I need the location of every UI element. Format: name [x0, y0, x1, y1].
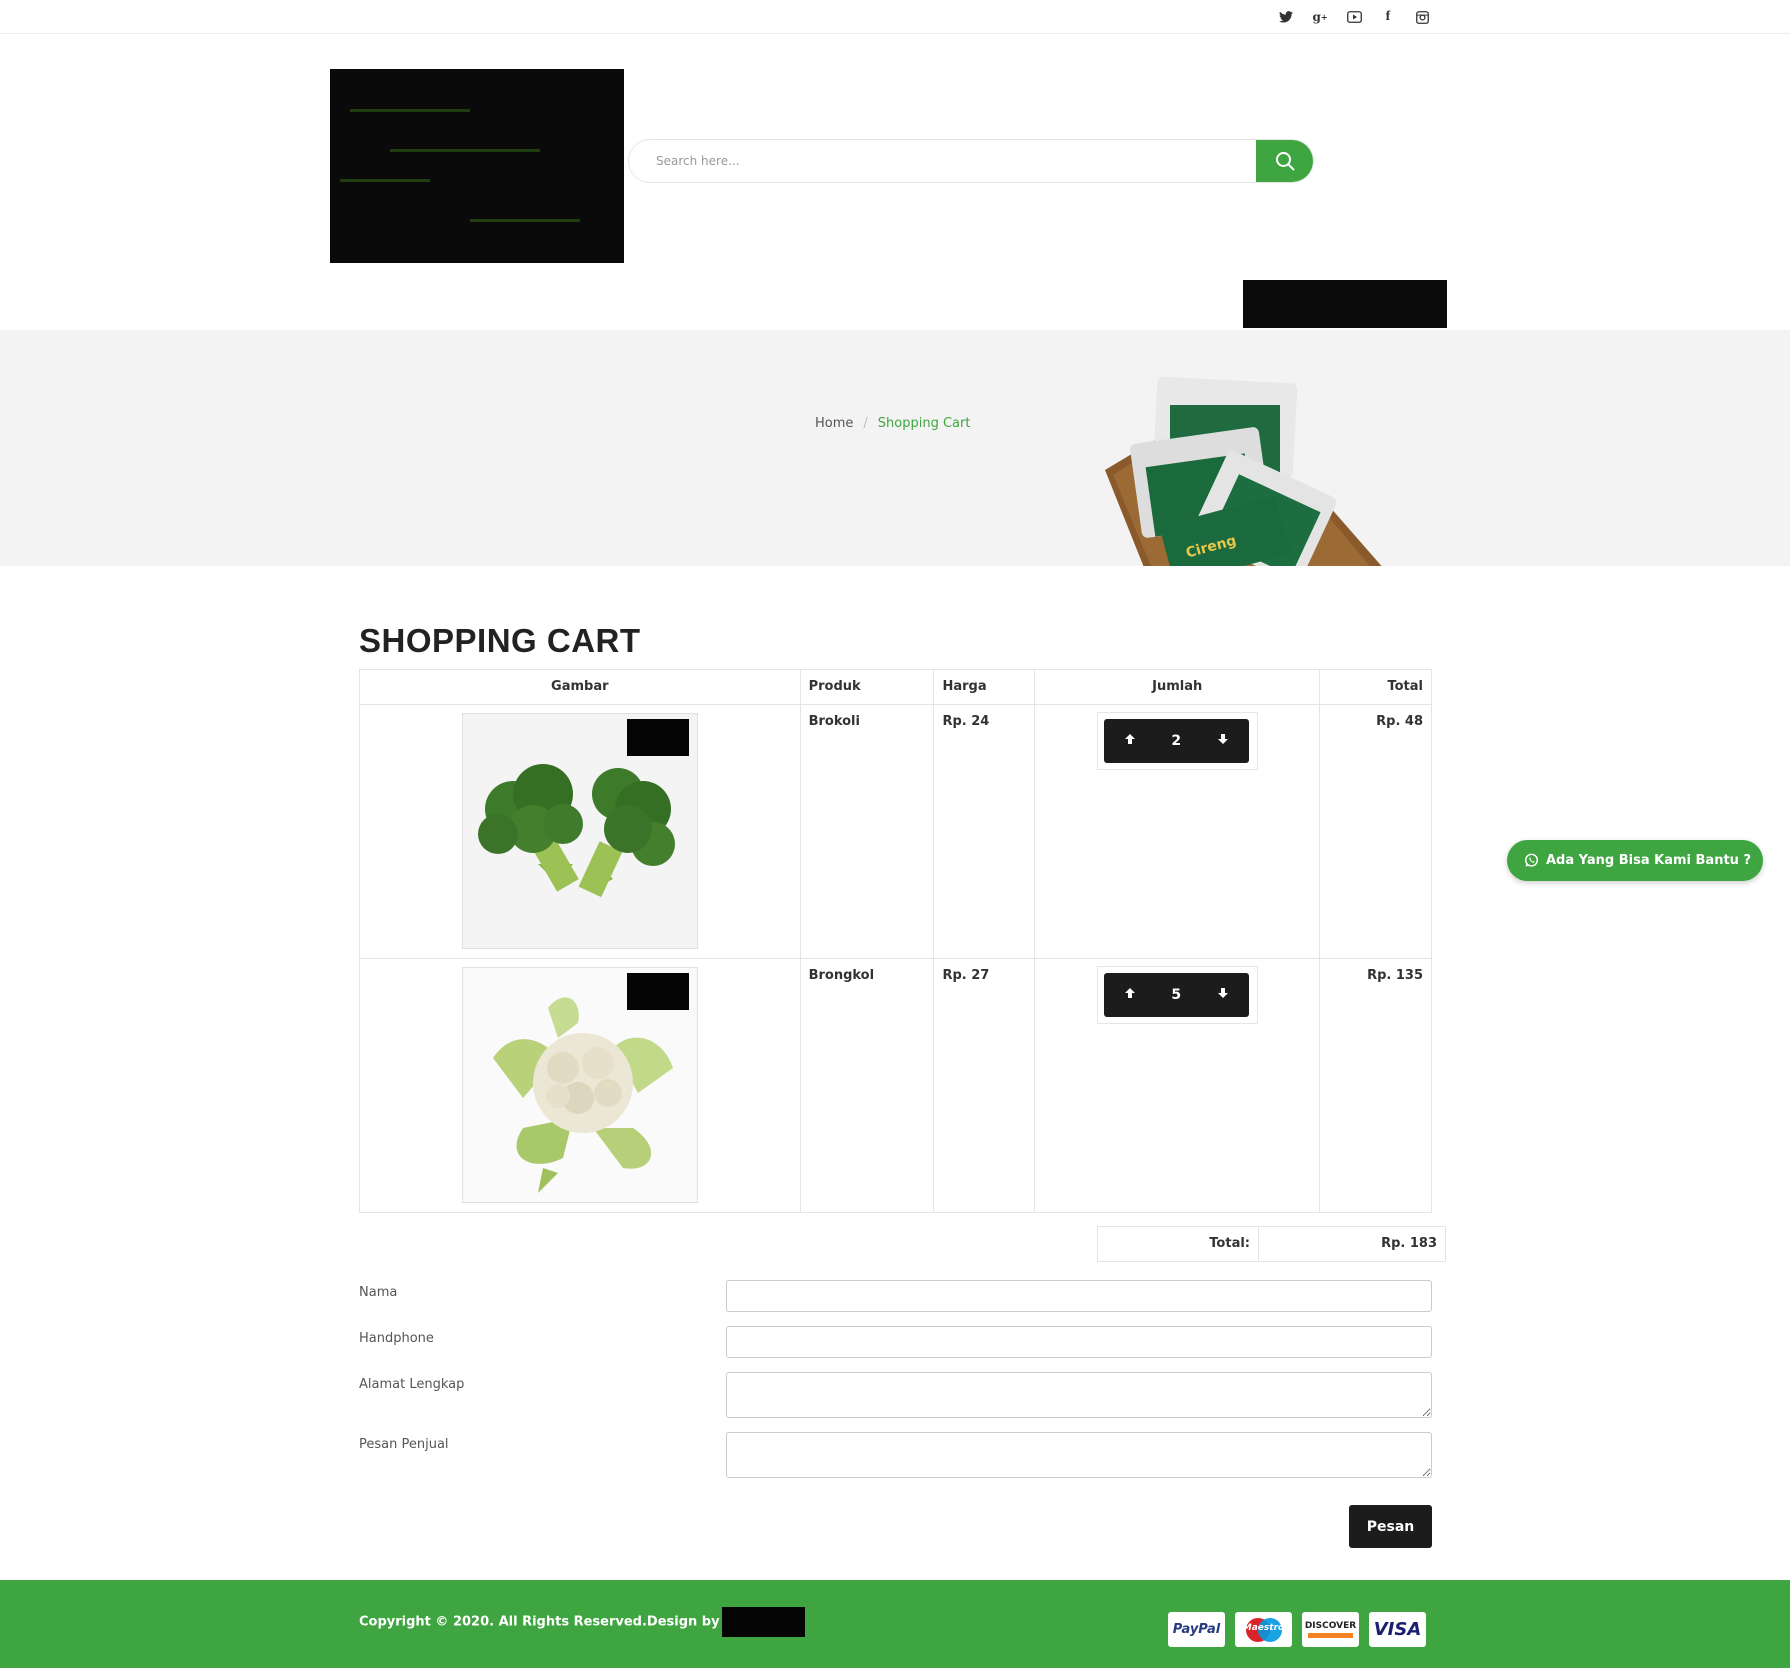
product-badge [626, 719, 689, 756]
search-input[interactable] [629, 140, 1257, 182]
instagram-icon[interactable] [1414, 9, 1430, 25]
product-image[interactable] [461, 713, 698, 949]
maestro-icon: Maestro [1235, 1612, 1292, 1647]
product-name[interactable]: Brongkol [799, 958, 935, 1213]
phone-label: Handphone [359, 1331, 434, 1346]
breadcrumb: Home / Shopping Cart [815, 416, 970, 431]
quantity-stepper: 2 [1096, 712, 1258, 770]
qty-cell: 2 [1034, 704, 1321, 959]
row-total: Rp. 135 [1319, 958, 1432, 1213]
site-logo[interactable] [330, 69, 624, 263]
social-links: g + f [1278, 9, 1430, 25]
product-image-cell [359, 704, 801, 959]
address-label: Alamat Lengkap [359, 1377, 465, 1392]
page-title: SHOPPING CART [359, 622, 641, 659]
breadcrumb-separator: / [863, 416, 868, 431]
product-price: Rp. 24 [933, 704, 1036, 959]
whatsapp-chat-button[interactable]: Ada Yang Bisa Kami Bantu ? [1507, 840, 1763, 881]
whatsapp-icon [1524, 853, 1539, 867]
top-bar: g + f [0, 0, 1790, 34]
cart-total-value: Rp. 183 [1381, 1236, 1437, 1251]
breadcrumb-current: Shopping Cart [877, 416, 971, 431]
discover-icon: DISCOVER [1302, 1612, 1359, 1647]
copyright-text: Copyright © 2020. All Rights Reserved.De… [359, 1614, 720, 1630]
phone-field[interactable] [726, 1326, 1432, 1358]
qty-cell: 5 [1034, 958, 1321, 1213]
header-cart-widget[interactable] [1243, 280, 1447, 328]
quantity-value[interactable]: 2 [1171, 733, 1181, 749]
quantity-stepper: 5 [1096, 966, 1258, 1024]
address-field[interactable] [726, 1372, 1432, 1418]
twitter-icon[interactable] [1278, 9, 1294, 25]
quantity-value[interactable]: 5 [1171, 987, 1181, 1003]
arrow-down-icon[interactable] [1217, 987, 1229, 1003]
product-name[interactable]: Brokoli [799, 704, 935, 959]
row-total: Rp. 48 [1319, 704, 1432, 959]
name-field[interactable] [726, 1280, 1432, 1312]
table-row: Brokoli Rp. 24 2 Rp. 48 [359, 704, 1432, 959]
cart-table: Gambar Produk Harga Jumlah Total Brokoli… [359, 669, 1432, 1213]
header-price: Harga [933, 669, 1036, 705]
arrow-up-icon[interactable] [1124, 733, 1136, 749]
youtube-icon[interactable] [1346, 9, 1362, 25]
payment-methods: PayPal Maestro DISCOVER VISA [1168, 1612, 1426, 1647]
product-price: Rp. 27 [933, 958, 1036, 1213]
whatsapp-label: Ada Yang Bisa Kami Bantu ? [1546, 853, 1751, 868]
header-qty: Jumlah [1034, 669, 1321, 705]
breadcrumb-home[interactable]: Home [815, 416, 853, 431]
search-icon [1275, 152, 1294, 171]
message-label: Pesan Penjual [359, 1437, 449, 1452]
footer: Copyright © 2020. All Rights Reserved.De… [0, 1580, 1790, 1668]
header-image: Gambar [359, 669, 801, 705]
message-field[interactable] [726, 1432, 1432, 1478]
facebook-icon[interactable]: f [1380, 9, 1396, 25]
product-image-cell [359, 958, 801, 1213]
table-header-row: Gambar Produk Harga Jumlah Total [359, 669, 1432, 705]
order-button[interactable]: Pesan [1349, 1505, 1432, 1548]
name-label: Nama [359, 1285, 398, 1300]
cart-total: Total: Rp. 183 [1097, 1226, 1446, 1262]
copyright: Copyright © 2020. All Rights Reserved.De… [359, 1607, 805, 1637]
search-bar [628, 139, 1314, 183]
product-image[interactable] [461, 967, 698, 1203]
arrow-up-icon[interactable] [1124, 987, 1136, 1003]
page-banner: Home / Shopping Cart Cireng [0, 330, 1790, 566]
cart-total-label: Total: [1098, 1227, 1259, 1261]
header-total: Total [1319, 669, 1432, 705]
product-badge [626, 973, 689, 1010]
banner-product-image: Cireng [1105, 376, 1382, 566]
paypal-icon: PayPal [1168, 1612, 1225, 1647]
table-row: Brongkol Rp. 27 5 Rp. 135 [359, 958, 1432, 1213]
visa-icon: VISA [1369, 1612, 1426, 1647]
google-plus-icon[interactable]: g + [1312, 9, 1328, 25]
arrow-down-icon[interactable] [1217, 733, 1229, 749]
header-product: Produk [799, 669, 935, 705]
designer-link[interactable] [721, 1607, 805, 1637]
search-button[interactable] [1256, 140, 1313, 182]
